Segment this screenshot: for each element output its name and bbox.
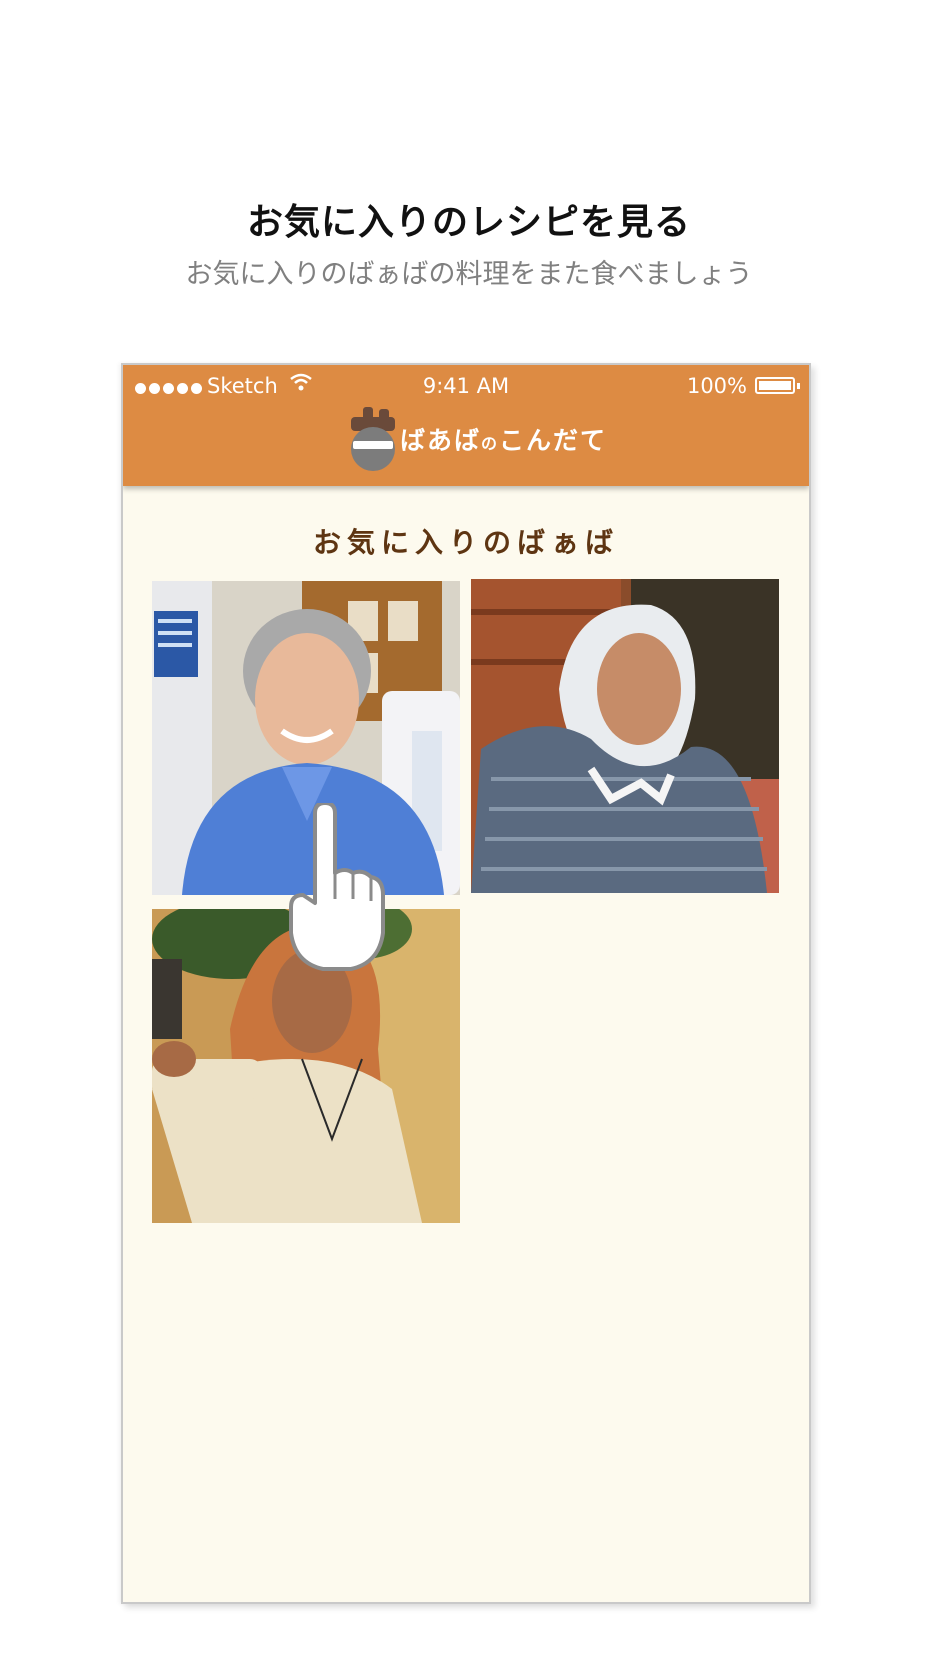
app-logo[interactable]: ばあばのこんだて: [345, 407, 605, 473]
favorites-heading: お気に入りのばぁば: [312, 526, 619, 559]
app-header: Sketch 9:41 AM 100% ばあばのこんだて: [123, 365, 809, 486]
tap-hand-icon: [289, 803, 385, 971]
favorite-grandma-card-2[interactable]: [471, 579, 779, 893]
promo-title: お気に入りのレシピを見る: [246, 202, 691, 243]
battery-percent: 100%: [686, 374, 747, 398]
grandma-photo-2: [471, 579, 779, 893]
status-bar: Sketch 9:41 AM 100%: [123, 365, 809, 405]
battery-icon: [755, 377, 795, 394]
grandma-logo-icon: [351, 407, 395, 471]
device-frame: Sketch 9:41 AM 100% ばあばのこんだて お気に入りのばぁば: [121, 363, 811, 1604]
promo-subtitle: お気に入りのばぁばの料理をまた食べましょう: [185, 259, 753, 290]
logo-wordmark: ばあばのこんだて: [400, 426, 608, 455]
